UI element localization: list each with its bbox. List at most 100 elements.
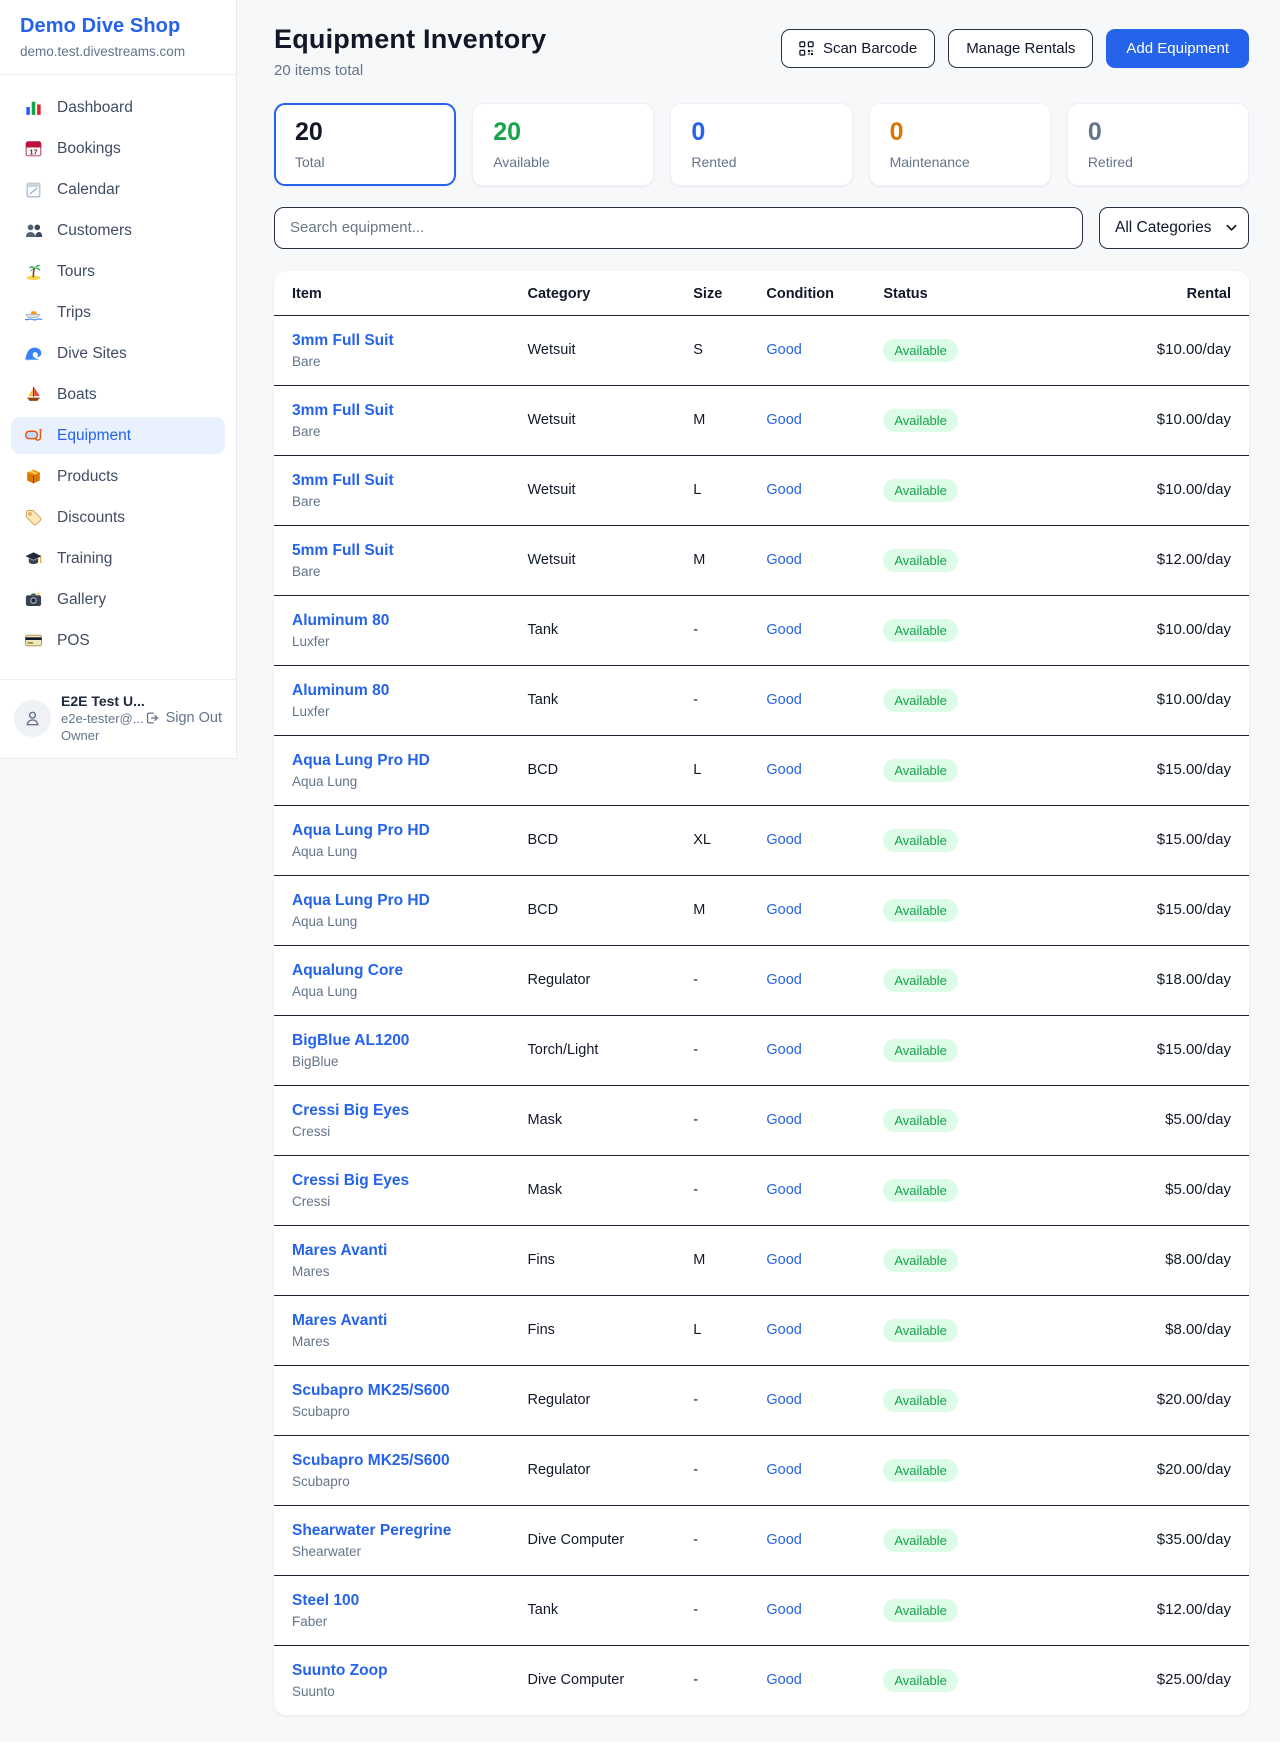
item-name-link[interactable]: 3mm Full Suit (292, 472, 394, 490)
item-name-link[interactable]: Scubapro MK25/S600 (292, 1382, 450, 1400)
item-name-link[interactable]: 5mm Full Suit (292, 542, 394, 560)
sidebar-item-gallery[interactable]: Gallery (11, 581, 225, 618)
sidebar-item-pos[interactable]: POS (11, 622, 225, 659)
stat-value-maintenance: 0 (890, 119, 1030, 147)
item-category: Regulator (528, 1365, 694, 1435)
item-brand: Scubapro (292, 1404, 528, 1419)
item-condition-link[interactable]: Good (766, 1462, 801, 1478)
item-name-link[interactable]: Mares Avanti (292, 1242, 387, 1260)
manage-rentals-button[interactable]: Manage Rentals (948, 29, 1093, 68)
table-row: Aluminum 80LuxferTank-GoodAvailable$10.0… (274, 665, 1249, 735)
search-input[interactable] (274, 207, 1083, 249)
item-name-link[interactable]: BigBlue AL1200 (292, 1032, 409, 1050)
item-condition-link[interactable]: Good (766, 622, 801, 638)
item-name-link[interactable]: Steel 100 (292, 1592, 359, 1610)
item-category: Tank (528, 665, 694, 735)
item-name-link[interactable]: Aqua Lung Pro HD (292, 752, 430, 770)
item-category: Fins (528, 1295, 694, 1365)
item-brand: Cressi (292, 1124, 528, 1139)
sidebar-item-tours[interactable]: Tours (11, 253, 225, 290)
stat-label-retired: Retired (1088, 154, 1228, 170)
table-row: 3mm Full SuitBareWetsuitMGoodAvailable$1… (274, 385, 1249, 455)
item-name-link[interactable]: 3mm Full Suit (292, 402, 394, 420)
status-badge: Available (883, 1529, 958, 1552)
item-condition-link[interactable]: Good (766, 1322, 801, 1338)
scan-barcode-button[interactable]: Scan Barcode (781, 29, 935, 68)
item-rental-rate: $8.00/day (1165, 1251, 1231, 1268)
filter-row: All Categories (274, 207, 1249, 249)
item-condition-link[interactable]: Good (766, 1392, 801, 1408)
item-condition-link[interactable]: Good (766, 1182, 801, 1198)
item-name-link[interactable]: Aluminum 80 (292, 682, 389, 700)
item-name-link[interactable]: 3mm Full Suit (292, 332, 394, 350)
item-rental-rate: $5.00/day (1165, 1181, 1231, 1198)
item-rental-rate: $12.00/day (1157, 551, 1231, 568)
item-condition-link[interactable]: Good (766, 1042, 801, 1058)
item-rental-rate: $35.00/day (1157, 1531, 1231, 1548)
brand-domain: demo.test.divestreams.com (20, 44, 216, 59)
item-rental-rate: $8.00/day (1165, 1321, 1231, 1338)
item-name-link[interactable]: Aluminum 80 (292, 612, 389, 630)
item-category: Tank (528, 1575, 694, 1645)
item-condition-link[interactable]: Good (766, 762, 801, 778)
item-size: - (693, 1575, 766, 1645)
item-condition-link[interactable]: Good (766, 482, 801, 498)
item-condition-link[interactable]: Good (766, 832, 801, 848)
sidebar-item-dive-sites[interactable]: Dive Sites (11, 335, 225, 372)
item-name-link[interactable]: Aqua Lung Pro HD (292, 892, 430, 910)
stat-card-retired[interactable]: 0Retired (1067, 103, 1249, 186)
person-icon (23, 709, 42, 728)
item-name-link[interactable]: Shearwater Peregrine (292, 1522, 451, 1540)
item-name-link[interactable]: Aqua Lung Pro HD (292, 822, 430, 840)
add-equipment-button[interactable]: Add Equipment (1106, 29, 1249, 68)
item-condition-link[interactable]: Good (766, 1112, 801, 1128)
page-header: Equipment Inventory 20 items total Scan … (274, 24, 1249, 79)
item-name-link[interactable]: Scubapro MK25/S600 (292, 1452, 450, 1470)
stat-value-rented: 0 (691, 119, 831, 147)
item-brand: BigBlue (292, 1054, 528, 1069)
item-condition-link[interactable]: Good (766, 692, 801, 708)
item-condition-link[interactable]: Good (766, 1602, 801, 1618)
credit-card-icon (24, 631, 43, 650)
item-name-link[interactable]: Aqualung Core (292, 962, 403, 980)
item-condition-link[interactable]: Good (766, 342, 801, 358)
sign-out-button[interactable]: Sign Out (144, 710, 224, 726)
sidebar-item-bookings[interactable]: 17Bookings (11, 130, 225, 167)
sidebar-item-dashboard[interactable]: Dashboard (11, 89, 225, 126)
item-name-link[interactable]: Mares Avanti (292, 1312, 387, 1330)
sidebar-item-label: POS (57, 632, 90, 650)
item-condition-link[interactable]: Good (766, 972, 801, 988)
item-condition-link[interactable]: Good (766, 412, 801, 428)
sidebar-item-calendar[interactable]: Calendar (11, 171, 225, 208)
sign-out-label: Sign Out (166, 710, 222, 726)
equipment-table-panel: Item Category Size Condition Status Rent… (274, 271, 1249, 1715)
item-condition-link[interactable]: Good (766, 1532, 801, 1548)
brand[interactable]: Demo Dive Shop demo.test.divestreams.com (0, 0, 236, 75)
column-header-rental: Rental (1054, 271, 1249, 316)
item-name-link[interactable]: Cressi Big Eyes (292, 1102, 409, 1120)
item-name-link[interactable]: Cressi Big Eyes (292, 1172, 409, 1190)
stat-card-total[interactable]: 20Total (274, 103, 456, 186)
item-condition-link[interactable]: Good (766, 1672, 801, 1688)
category-filter[interactable]: All Categories (1099, 207, 1249, 249)
item-category: Regulator (528, 1435, 694, 1505)
stat-card-rented[interactable]: 0Rented (670, 103, 852, 186)
sidebar-item-boats[interactable]: Boats (11, 376, 225, 413)
item-condition-link[interactable]: Good (766, 902, 801, 918)
column-header-size: Size (693, 271, 766, 316)
sidebar-item-trips[interactable]: Trips (11, 294, 225, 331)
item-name-link[interactable]: Suunto Zoop (292, 1662, 388, 1680)
status-badge: Available (883, 619, 958, 642)
item-condition-link[interactable]: Good (766, 552, 801, 568)
bar-chart-icon (24, 98, 43, 117)
stat-card-maintenance[interactable]: 0Maintenance (869, 103, 1051, 186)
item-condition-link[interactable]: Good (766, 1252, 801, 1268)
sidebar-item-equipment[interactable]: Equipment (11, 417, 225, 454)
sidebar-item-training[interactable]: Training (11, 540, 225, 577)
item-category: Regulator (528, 945, 694, 1015)
sidebar-item-discounts[interactable]: Discounts (11, 499, 225, 536)
status-badge: Available (883, 1109, 958, 1132)
sidebar-item-customers[interactable]: Customers (11, 212, 225, 249)
sidebar-item-products[interactable]: Products (11, 458, 225, 495)
stat-card-available[interactable]: 20Available (472, 103, 654, 186)
